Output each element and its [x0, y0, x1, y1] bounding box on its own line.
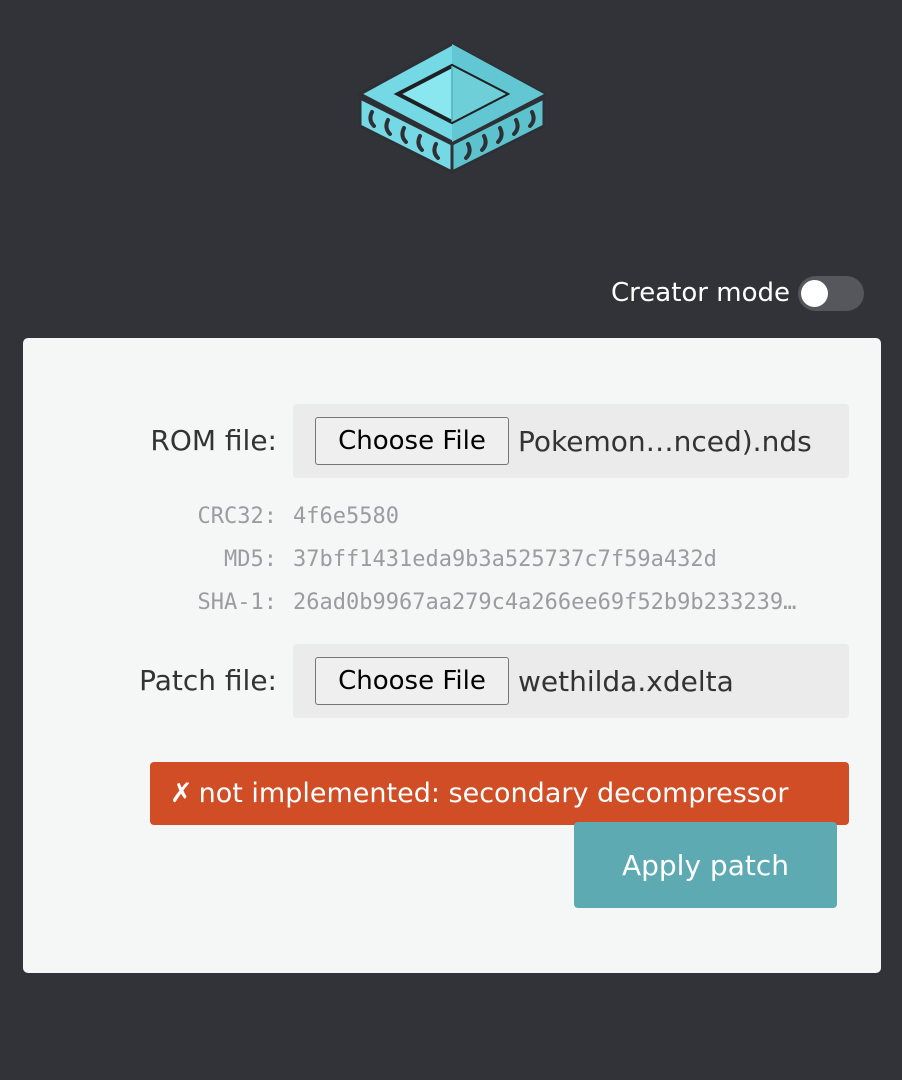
hash-value: 4f6e5580: [293, 504, 399, 529]
hash-value: 37bff1431eda9b3a525737c7f59a432d: [293, 547, 717, 572]
patch-file-label: Patch file:: [139, 664, 277, 697]
hash-row-sha1: SHA-1: 26ad0b9967aa279c4a266ee69f52b9b23…: [23, 590, 881, 620]
patch-file-input[interactable]: Choose File wethilda.xdelta: [293, 644, 849, 718]
toggle-knob: [801, 279, 828, 307]
rom-choose-file-button[interactable]: Choose File: [315, 417, 509, 465]
hash-label: CRC32:: [197, 504, 277, 529]
chip-logo-icon: [356, 42, 548, 175]
rom-file-label: ROM file:: [150, 424, 277, 457]
creator-mode-label: Creator mode: [611, 278, 790, 308]
patcher-card: ROM file: Choose File Pokemon…nced).nds …: [23, 338, 881, 973]
hash-row-md5: MD5: 37bff1431eda9b3a525737c7f59a432d: [23, 547, 881, 577]
patch-choose-file-button[interactable]: Choose File: [315, 657, 509, 705]
error-cross-icon: ✗: [170, 778, 193, 809]
error-text: not implemented: secondary decompressor: [198, 778, 789, 809]
hash-label: SHA-1:: [197, 590, 277, 615]
rom-file-name: Pokemon…nced).nds: [518, 424, 812, 458]
creator-mode-row: Creator mode: [611, 274, 864, 312]
apply-patch-button[interactable]: Apply patch: [574, 822, 837, 908]
hash-row-crc32: CRC32: 4f6e5580: [23, 504, 881, 534]
creator-mode-toggle[interactable]: [798, 275, 864, 311]
patch-file-name: wethilda.xdelta: [518, 664, 734, 698]
rom-file-input[interactable]: Choose File Pokemon…nced).nds: [293, 404, 849, 478]
error-message: ✗ not implemented: secondary decompresso…: [150, 762, 849, 825]
hash-value: 26ad0b9967aa279c4a266ee69f52b9b233239…: [293, 590, 797, 615]
hash-label: MD5:: [224, 547, 277, 572]
